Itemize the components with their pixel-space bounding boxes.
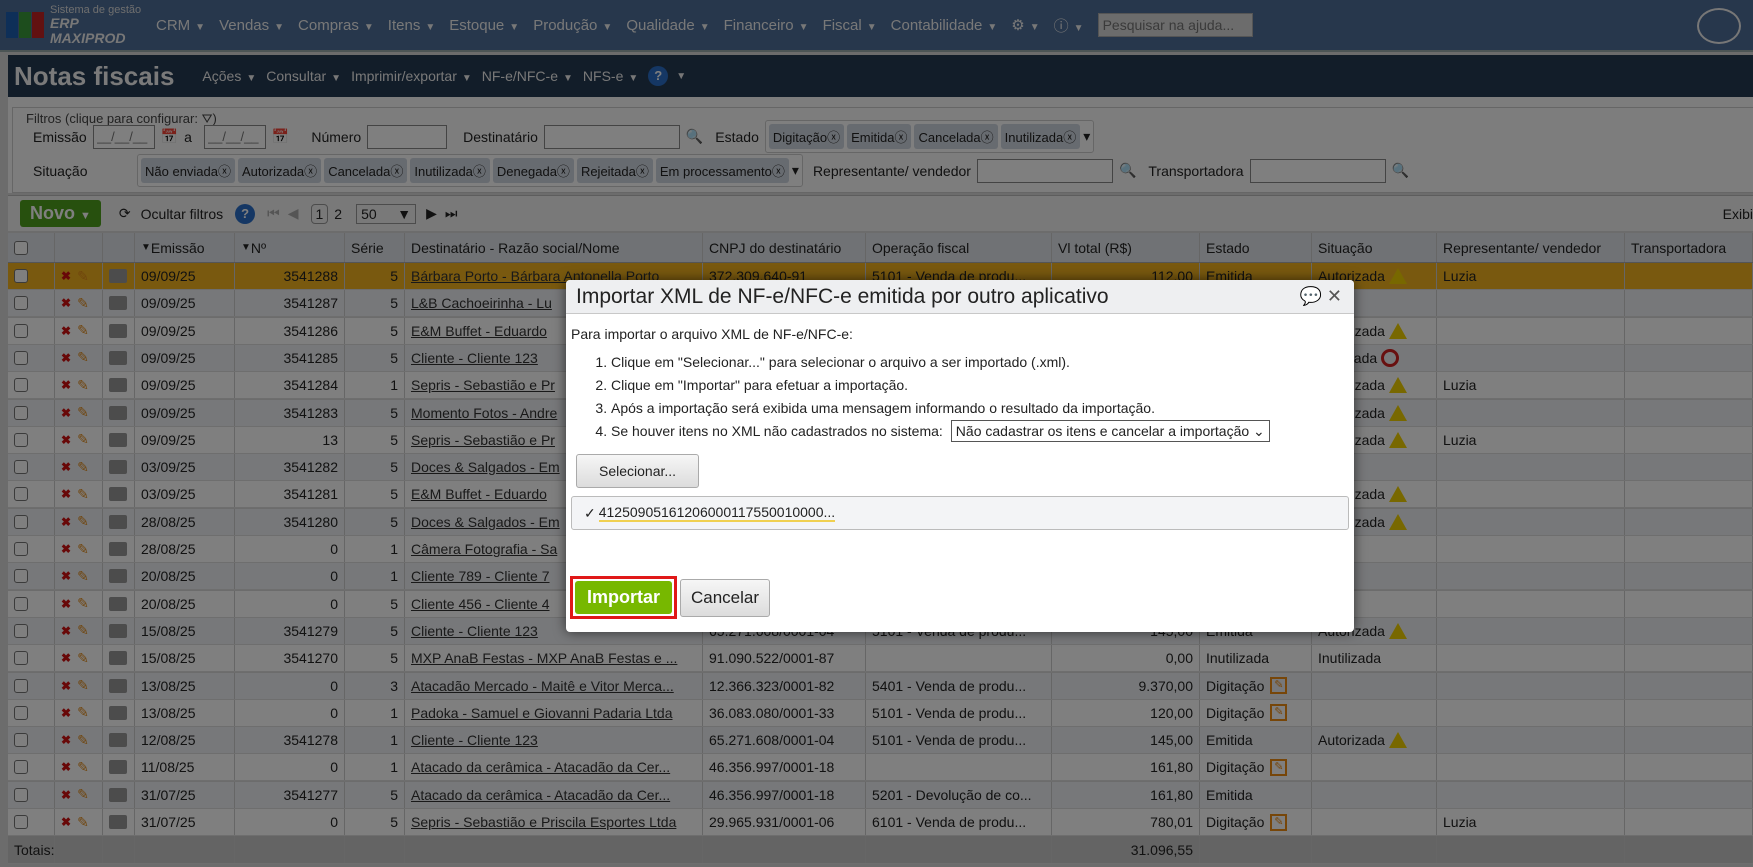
selected-file: ✓ 41250905161206000117550010000... — [571, 496, 1349, 530]
close-icon[interactable]: ✕ — [1327, 286, 1342, 306]
dialog-title: Importar XML de NF-e/NFC-e emitida por o… — [576, 284, 1109, 308]
dialog-intro: Para importar o arquivo XML de NF-e/NFC-… — [571, 326, 853, 342]
step-2: Clique em "Importar" para efetuar a impo… — [611, 377, 1349, 393]
check-icon: ✓ — [584, 504, 596, 521]
cancelar-button[interactable]: Cancelar — [680, 579, 771, 617]
unregistered-items-select[interactable]: Não cadastrar os itens e cancelar a impo… — [950, 420, 1270, 442]
file-name: 41250905161206000117550010000... — [598, 504, 836, 522]
chat-icon[interactable]: 💬 — [1299, 286, 1321, 306]
step-4: Se houver itens no XML não cadastrados n… — [611, 423, 943, 439]
importar-highlight: Importar — [570, 576, 678, 619]
import-xml-dialog: Importar XML de NF-e/NFC-e emitida por o… — [566, 280, 1354, 632]
importar-button[interactable]: Importar — [575, 581, 673, 614]
selecionar-button[interactable]: Selecionar... — [576, 454, 700, 488]
step-1: Clique em "Selecionar..." para seleciona… — [611, 354, 1349, 370]
step-3: Após a importação será exibida uma mensa… — [611, 400, 1349, 416]
